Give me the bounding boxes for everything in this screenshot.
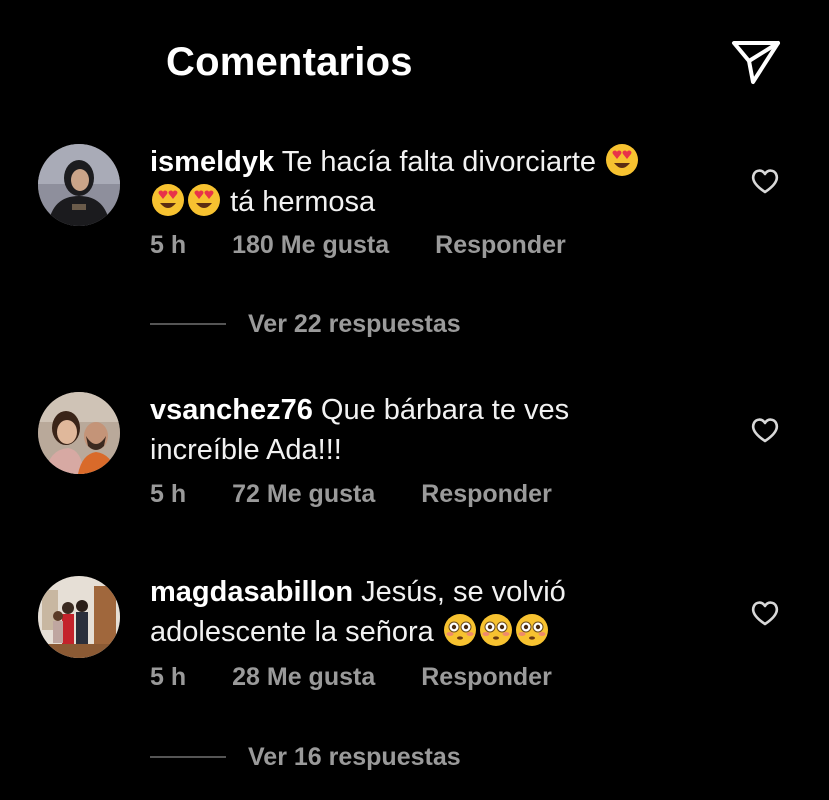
view-replies-label: Ver 16 respuestas — [248, 742, 461, 771]
flushed-face-emoji — [479, 614, 512, 646]
heart-icon — [751, 418, 779, 443]
likes-count[interactable]: 72 Me gusta — [232, 480, 375, 509]
heart-eyes-emoji — [152, 184, 184, 216]
reply-button[interactable]: Responder — [421, 480, 552, 509]
comment-meta: 5 h 28 Me gusta Responder — [150, 660, 552, 694]
comment-time: 5 h — [150, 662, 187, 691]
flushed-face-emoji — [443, 614, 476, 646]
heart-eyes-emoji — [606, 144, 639, 176]
replies-divider — [150, 323, 226, 325]
avatar[interactable] — [38, 144, 120, 226]
comments-screen: Comentarios ismeldyk Te hacía falta divo… — [0, 0, 829, 800]
comment-body-line1: Te hacía falta divorciarte — [281, 146, 597, 178]
share-button[interactable] — [728, 38, 784, 86]
comment-time: 5 h — [150, 230, 187, 259]
comment-body-line1: Jesús, se volvió — [361, 576, 566, 608]
view-replies-button[interactable]: Ver 16 respuestas — [150, 740, 461, 774]
comment-text: ismeldyk Te hacía falta divorciarte tá h… — [150, 142, 710, 222]
comment-time: 5 h — [150, 479, 187, 508]
likes-count[interactable]: 28 Me gusta — [232, 663, 375, 692]
reply-button[interactable]: Responder — [435, 231, 566, 260]
page-title: Comentarios — [166, 40, 413, 84]
comment-username[interactable]: vsanchez76 — [150, 394, 313, 426]
like-button[interactable] — [749, 598, 781, 628]
comment-text: vsanchez76 Que bárbara te ves increíble … — [150, 390, 710, 470]
avatar[interactable] — [38, 576, 120, 658]
comment-username[interactable]: ismeldyk — [150, 146, 274, 178]
reply-button[interactable]: Responder — [421, 663, 552, 692]
header: Comentarios — [0, 0, 829, 130]
heart-icon — [751, 601, 779, 626]
like-button[interactable] — [749, 166, 781, 196]
comment-body-line1: Que bárbara te ves — [320, 394, 570, 426]
heart-icon — [751, 169, 779, 194]
heart-eyes-emoji — [188, 184, 220, 216]
comment-username[interactable]: magdasabillon — [150, 576, 353, 608]
comment-text: magdasabillon Jesús, se volvió adolescen… — [150, 572, 710, 652]
comment-body-line2: adolescente la señora — [150, 616, 434, 648]
comment-meta: 5 h 72 Me gusta Responder — [150, 477, 552, 511]
comment-body-line2: increíble Ada!!! — [150, 434, 342, 466]
comment-meta: 5 h 180 Me gusta Responder — [150, 228, 566, 262]
flushed-face-emoji — [515, 614, 548, 646]
paper-plane-icon — [732, 41, 780, 84]
avatar[interactable] — [38, 392, 120, 474]
replies-divider — [150, 756, 226, 758]
view-replies-button[interactable]: Ver 22 respuestas — [150, 307, 461, 341]
comment-body-line2: tá hermosa — [230, 186, 376, 218]
view-replies-label: Ver 22 respuestas — [248, 309, 461, 338]
like-button[interactable] — [749, 415, 781, 445]
likes-count[interactable]: 180 Me gusta — [232, 231, 389, 260]
